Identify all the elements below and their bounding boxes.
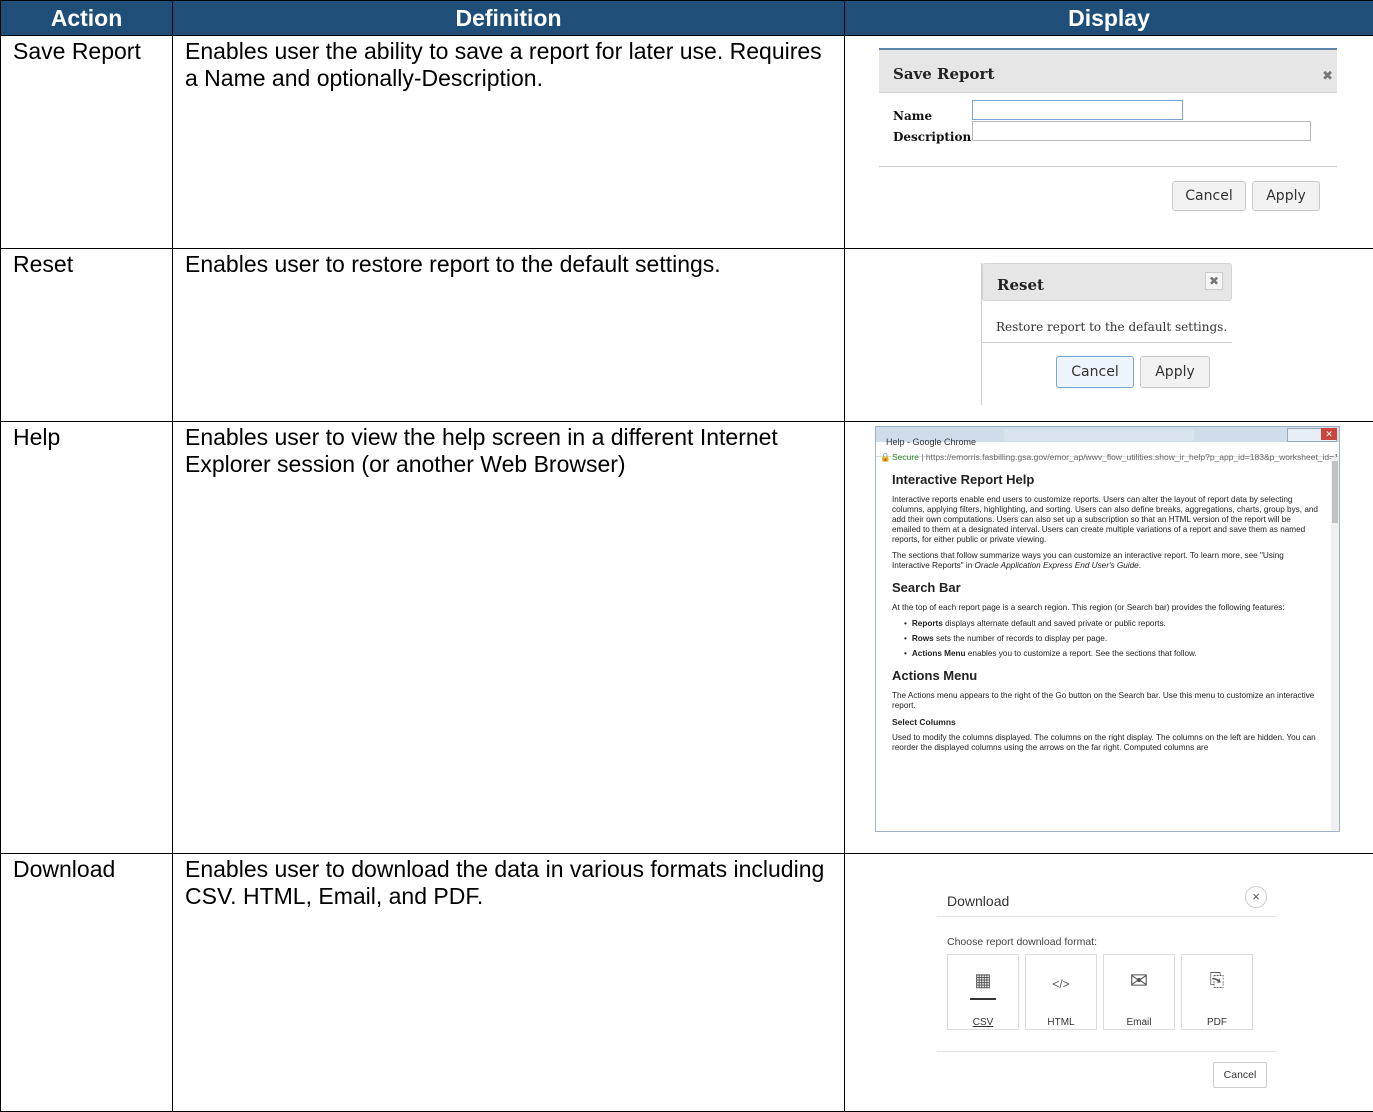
divider bbox=[879, 166, 1337, 167]
description-field[interactable] bbox=[972, 121, 1311, 141]
help-content: Interactive Report Help Interactive repo… bbox=[892, 473, 1320, 759]
code-file-icon: </> bbox=[1026, 967, 1096, 995]
definition-cell: Enables user to download the data in var… bbox=[173, 854, 845, 1112]
address-bar[interactable]: 🔒 Secure | https://emorris.fasbilling.gs… bbox=[876, 442, 1339, 457]
help-browser-window: Help - Google Chrome ✕ 🔒 Secure | https:… bbox=[875, 426, 1340, 832]
window-titlebar: Help - Google Chrome ✕ bbox=[876, 427, 1339, 442]
url-text: https://emorris.fasbilling.gsa.gov/emor_… bbox=[926, 452, 1340, 462]
list-item: Reports displays alternate default and s… bbox=[904, 619, 1320, 629]
description-label: Description bbox=[893, 124, 971, 151]
help-sections-intro: The sections that follow summarize ways … bbox=[892, 551, 1320, 571]
lock-icon: 🔒 bbox=[880, 444, 891, 471]
select-columns-heading: Select Columns bbox=[892, 717, 1320, 727]
list-item: Rows sets the number of records to displ… bbox=[904, 634, 1320, 644]
pdf-file-icon: ⎘ bbox=[1182, 967, 1252, 991]
guide-reference[interactable]: Oracle Application Express End User's Gu… bbox=[975, 561, 1139, 570]
select-columns-text: Used to modify the columns displayed. Th… bbox=[892, 733, 1320, 753]
apply-button[interactable]: Apply bbox=[1252, 181, 1320, 211]
help-intro: Interactive reports enable end users to … bbox=[892, 495, 1320, 545]
display-cell: Reset ✖ Restore report to the default se… bbox=[845, 249, 1373, 421]
close-icon[interactable]: ✕ bbox=[1321, 428, 1337, 440]
table-row: Reset Enables user to restore report to … bbox=[1, 249, 1373, 422]
format-label: Email bbox=[1104, 1009, 1174, 1036]
display-cell: Save Report ✖ Name Description Cancel Ap… bbox=[845, 36, 1373, 248]
save-report-dialog: Save Report ✖ Name Description Cancel Ap… bbox=[879, 48, 1337, 226]
display-cell: Download × Choose report download format… bbox=[845, 854, 1373, 1111]
table-row: Save Report Enables user the ability to … bbox=[1, 36, 1373, 249]
actions-table: Action Definition Display Save Report En… bbox=[0, 0, 1373, 1112]
display-cell: Help - Google Chrome ✕ 🔒 Secure | https:… bbox=[845, 422, 1373, 853]
divider bbox=[937, 1051, 1277, 1052]
envelope-icon: ✉ bbox=[1104, 967, 1174, 991]
action-cell: Save Report bbox=[1, 36, 173, 249]
definition-cell: Enables user to restore report to the de… bbox=[173, 249, 845, 422]
format-option-pdf[interactable]: ⎘ PDF bbox=[1181, 954, 1253, 1030]
cancel-button[interactable]: Cancel bbox=[1213, 1062, 1267, 1088]
actions-menu-text: The Actions menu appears to the right of… bbox=[892, 691, 1320, 711]
reset-dialog: Reset ✖ Restore report to the default se… bbox=[981, 263, 1232, 405]
close-icon[interactable]: ✖ bbox=[1205, 272, 1223, 290]
dialog-title: Save Report bbox=[893, 61, 994, 88]
secure-label: Secure bbox=[892, 452, 919, 462]
table-row: Help Enables user to view the help scree… bbox=[1, 422, 1373, 854]
definition-cell: Enables user to view the help screen in … bbox=[173, 422, 845, 854]
browser-tab[interactable] bbox=[1004, 429, 1194, 441]
action-cell: Help bbox=[1, 422, 173, 854]
close-icon[interactable]: ✖ bbox=[1322, 63, 1333, 90]
definition-cell: Enables user the ability to save a repor… bbox=[173, 36, 845, 249]
header-action: Action bbox=[1, 1, 173, 36]
divider bbox=[982, 342, 1232, 343]
scrollbar[interactable] bbox=[1331, 457, 1339, 831]
dialog-header: Reset ✖ bbox=[982, 263, 1232, 301]
close-icon[interactable]: × bbox=[1245, 886, 1267, 908]
apply-button[interactable]: Apply bbox=[1140, 356, 1210, 388]
dialog-header: Save Report ✖ bbox=[879, 50, 1337, 93]
list-item: Actions Menu enables you to customize a … bbox=[904, 649, 1320, 659]
scrollbar-thumb[interactable] bbox=[1332, 461, 1338, 523]
actions-menu-heading: Actions Menu bbox=[892, 669, 1320, 683]
format-label: CSV bbox=[948, 1009, 1018, 1036]
table-row: Download Enables user to download the da… bbox=[1, 854, 1373, 1112]
dialog-message: Restore report to the default settings. bbox=[996, 314, 1227, 341]
selected-indicator bbox=[970, 998, 996, 1000]
format-option-email[interactable]: ✉ Email bbox=[1103, 954, 1175, 1030]
format-label: PDF bbox=[1182, 1009, 1252, 1036]
format-option-csv[interactable]: ▦ CSV bbox=[947, 954, 1019, 1030]
header-definition: Definition bbox=[173, 1, 845, 36]
action-cell: Download bbox=[1, 854, 173, 1112]
download-dialog: Download × Choose report download format… bbox=[937, 862, 1277, 1092]
format-label: HTML bbox=[1026, 1009, 1096, 1036]
search-bar-heading: Search Bar bbox=[892, 581, 1320, 595]
search-bar-text: At the top of each report page is a sear… bbox=[892, 603, 1320, 613]
help-heading: Interactive Report Help bbox=[892, 473, 1320, 487]
dialog-title: Reset bbox=[997, 272, 1044, 299]
spreadsheet-icon: ▦ bbox=[948, 967, 1018, 991]
feature-list: Reports displays alternate default and s… bbox=[904, 619, 1320, 659]
dialog-subtitle: Choose report download format: bbox=[947, 929, 1097, 956]
header-display: Display bbox=[845, 1, 1373, 36]
action-cell: Reset bbox=[1, 249, 173, 422]
format-option-html[interactable]: </> HTML bbox=[1025, 954, 1097, 1030]
cancel-button[interactable]: Cancel bbox=[1056, 356, 1134, 388]
dialog-title: Download bbox=[947, 888, 1009, 915]
name-field[interactable] bbox=[972, 100, 1183, 120]
divider bbox=[937, 916, 1277, 917]
cancel-button[interactable]: Cancel bbox=[1172, 181, 1246, 211]
